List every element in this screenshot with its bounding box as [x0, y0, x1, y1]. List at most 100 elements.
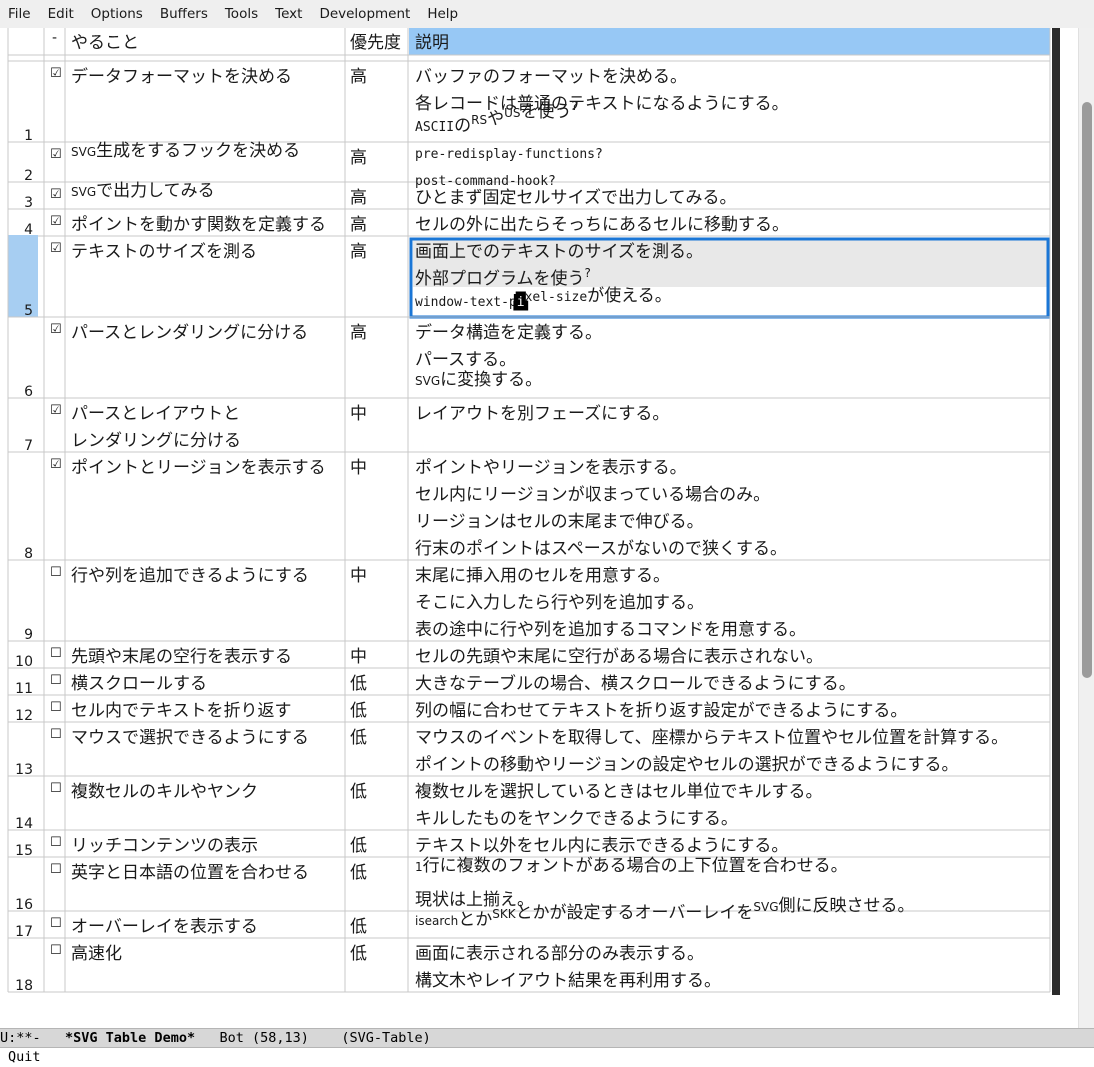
- text-run: 複数セルを選択しているときはセル単位でキルする。: [415, 782, 823, 802]
- checkbox-unchecked-icon: ☐: [50, 565, 62, 580]
- menu-buffers[interactable]: Buffers: [152, 0, 216, 28]
- checkbox-checked-icon: ☑: [50, 457, 62, 472]
- desc-text: パースする。: [415, 350, 516, 370]
- menu-tools[interactable]: Tools: [217, 0, 266, 28]
- desc-text: セルの外に出たらそっちにあるセルに移動する。: [415, 215, 789, 235]
- text-run: 大きなテーブルの場合、横スクロールできるようにする。: [415, 673, 856, 694]
- desc-text: レイアウトを別フェーズにする。: [415, 404, 669, 424]
- desc-text: 画面に表示される部分のみ表示する。: [415, 944, 704, 964]
- modeline-mode[interactable]: (SVG-Table): [341, 1029, 430, 1047]
- desc-text: そこに入力したら行や列を追加する。: [415, 593, 704, 613]
- text-run: とかが設定するオーバーレイを: [516, 903, 754, 923]
- checkbox-checked-icon: ☑: [50, 241, 62, 256]
- monospace-run: post-command-hook?: [415, 174, 556, 189]
- text-run: とか: [458, 910, 492, 930]
- text-run: マウスのイベントを取得して、座標からテキスト位置やセル位置を計算する。: [415, 728, 1008, 748]
- checkbox-unchecked-icon: ☐: [50, 727, 62, 742]
- desc-text: 大きなテーブルの場合、横スクロールできるようにする。: [415, 673, 856, 694]
- task-text: リッチコンテンツの表示: [71, 836, 258, 856]
- text-run: 画面上でのテキストのサイズを測る。: [415, 242, 703, 262]
- priority-text: 低: [350, 674, 367, 694]
- checkbox-checked-icon: ☑: [50, 322, 62, 337]
- text-run: や: [487, 109, 504, 129]
- text-run: 外部プログラムを使う: [415, 268, 585, 289]
- desc-text: post-command-hook?: [415, 174, 556, 189]
- task-text: 行や列を追加できるようにする: [71, 566, 309, 586]
- text-run: ひとまず固定セルサイズで出力してみる。: [415, 188, 736, 208]
- priority-text: 高: [350, 215, 367, 235]
- vertical-scrollbar[interactable]: [1078, 28, 1094, 1028]
- priority-text: 高: [350, 67, 367, 87]
- desc-text: リージョンはセルの末尾まで伸びる。: [415, 512, 704, 532]
- menu-development[interactable]: Development: [311, 0, 418, 28]
- task-text: マウスで選択できるようにする: [71, 728, 309, 748]
- buffer-edge: [1052, 28, 1060, 995]
- header-mark: -: [52, 30, 57, 46]
- desc-text: キルしたものをヤンクできるようにする。: [415, 809, 738, 829]
- text-run: 画面に表示される部分のみ表示する。: [415, 944, 704, 964]
- header-priority: 優先度: [350, 33, 401, 53]
- header-highlight: [409, 28, 1050, 55]
- modeline-buffer-name[interactable]: *SVG Table Demo*: [65, 1029, 195, 1047]
- task-text: パースとレイアウトと: [71, 404, 240, 424]
- desc-text: データ構造を定義する。: [415, 322, 602, 343]
- task-text: SVGで出力してみる: [71, 181, 215, 201]
- text-run: 生成をするフックを決める: [96, 141, 300, 161]
- text-run: 表の途中に行や列を追加するコマンドを用意する。: [415, 620, 806, 640]
- menu-text[interactable]: Text: [267, 0, 310, 28]
- text-run: 行末のポイントはスペースがないので狭くする。: [415, 539, 787, 559]
- monospace-run: ASCII: [415, 120, 454, 135]
- desc-text: マウスのイベントを取得して、座標からテキスト位置やセル位置を計算する。: [415, 728, 1008, 748]
- text-run: セルの外に出たらそっちにあるセルに移動する。: [415, 215, 789, 235]
- text-run: ポイントの移動やリージョンの設定やセルの選択ができるようにする。: [415, 755, 959, 775]
- text-run: が使える。: [587, 285, 672, 306]
- priority-text: 低: [350, 836, 367, 856]
- desc-text: ひとまず固定セルサイズで出力してみる。: [415, 188, 736, 208]
- header-task: やること: [71, 33, 139, 53]
- text-run: 列の幅に合わせてテキストを折り返す設定ができるようにする。: [415, 701, 907, 721]
- checkbox-unchecked-icon: ☐: [50, 700, 62, 715]
- checkbox-unchecked-icon: ☐: [50, 916, 62, 931]
- text-run: リージョンはセルの末尾まで伸びる。: [415, 512, 704, 532]
- checkbox-unchecked-icon: ☐: [50, 781, 62, 796]
- priority-text: 低: [350, 728, 367, 748]
- desc-text: pre-redisplay-functions?: [415, 147, 603, 162]
- checkbox-unchecked-icon: ☐: [50, 673, 62, 688]
- text-run: バッファのフォーマットを決める。: [415, 67, 687, 87]
- priority-text: 中: [350, 566, 367, 586]
- text-run: キルしたものをヤンクできるようにする。: [415, 809, 738, 829]
- superscript-run: SKK: [492, 907, 516, 921]
- desc-text: 画面上でのテキストのサイズを測る。: [415, 242, 703, 262]
- minibuffer[interactable]: Quit: [0, 1048, 1094, 1067]
- desc-text: 末尾に挿入用のセルを用意する。: [415, 566, 670, 586]
- task-text: 複数セルのキルやヤンク: [71, 782, 258, 802]
- menu-edit[interactable]: Edit: [40, 0, 82, 28]
- task-text: ポイントとリージョンを表示する: [71, 458, 326, 478]
- task-text: 横スクロールする: [71, 674, 207, 694]
- priority-text: 低: [350, 782, 367, 802]
- text-run: レイアウトを別フェーズにする。: [415, 404, 669, 424]
- menu-file[interactable]: File: [0, 0, 39, 28]
- text-run: 行に複数のフォントがある場合の上下位置を合わせる。: [423, 856, 848, 876]
- text-run: 側に反映させる。: [779, 896, 915, 916]
- monospace-run: pre-redisplay-functions?: [415, 147, 603, 162]
- priority-text: 高: [350, 323, 367, 343]
- superscript-run: 1: [415, 860, 423, 874]
- desc-text: SVGに変換する。: [415, 370, 542, 390]
- desc-text: バッファのフォーマットを決める。: [415, 67, 687, 87]
- scrollbar-thumb[interactable]: [1082, 102, 1092, 678]
- task-text: SVG生成をするフックを決める: [71, 141, 300, 161]
- checkbox-checked-icon: ☑: [50, 403, 62, 418]
- task-text: レンダリングに分ける: [71, 431, 241, 451]
- desc-text: 表の途中に行や列を追加するコマンドを用意する。: [415, 620, 806, 640]
- checkbox-checked-icon: ☑: [50, 66, 62, 81]
- desc-text: ポイントの移動やリージョンの設定やセルの選択ができるようにする。: [415, 755, 959, 775]
- superscript-run: SVG: [753, 900, 778, 914]
- checkbox-checked-icon: ☑: [50, 187, 62, 202]
- menu-help[interactable]: Help: [419, 0, 466, 28]
- menu-options[interactable]: Options: [83, 0, 151, 28]
- task-text: 英字と日本語の位置を合わせる: [71, 863, 309, 883]
- priority-text: 低: [350, 701, 367, 721]
- text-run: ポイントやリージョンを表示する。: [415, 458, 687, 478]
- svg-table[interactable]: - やること 優先度 説明1☑ データフォーマットを決める高バッファのフォーマットを決め…: [0, 28, 1052, 995]
